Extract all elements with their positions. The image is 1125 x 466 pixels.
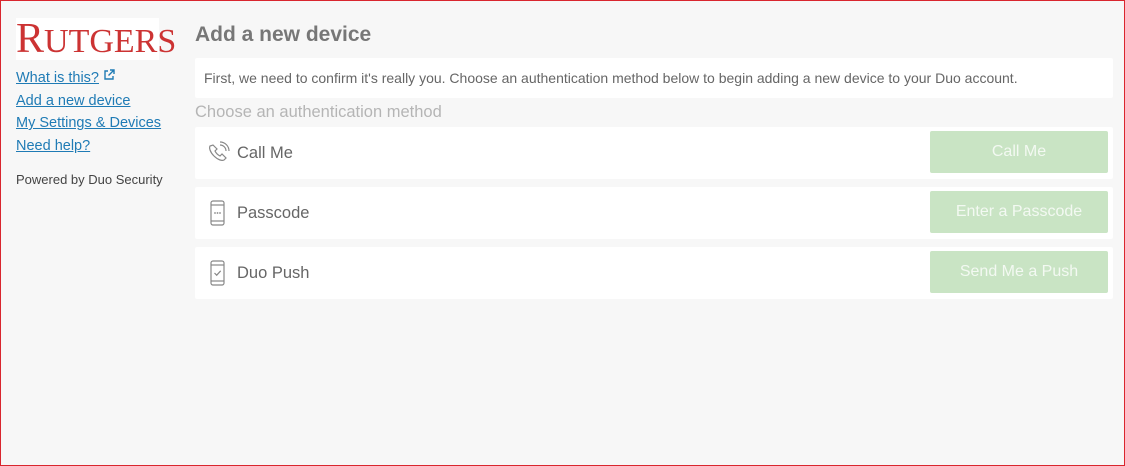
passcode-phone-icon bbox=[210, 200, 225, 226]
call-me-button[interactable]: Call Me bbox=[930, 131, 1108, 173]
send-push-button[interactable]: Send Me a Push bbox=[930, 251, 1108, 293]
page-title: Add a new device bbox=[195, 23, 372, 46]
rutgers-logo: RUTGERS bbox=[16, 16, 177, 62]
push-phone-icon bbox=[210, 260, 225, 286]
sidebar-links: What is this? Add a new device My Settin… bbox=[16, 69, 176, 153]
method-row-push: Duo Push Send Me a Push bbox=[195, 247, 1113, 299]
method-label-passcode: Passcode bbox=[237, 204, 310, 222]
need-help-link[interactable]: Need help? bbox=[16, 138, 176, 154]
external-link-icon bbox=[104, 69, 115, 80]
phone-call-icon bbox=[209, 141, 230, 161]
my-settings-devices-link[interactable]: My Settings & Devices bbox=[16, 116, 176, 131]
method-label-push: Duo Push bbox=[237, 264, 310, 282]
method-row-passcode: Passcode Enter a Passcode bbox=[195, 187, 1113, 239]
what-is-this-label: What is this? bbox=[16, 70, 99, 86]
method-label-call: Call Me bbox=[237, 144, 293, 162]
intro-message: First, we need to confirm it's really yo… bbox=[195, 58, 1113, 98]
sidebar: RUTGERS What is this? Add a new device M… bbox=[16, 18, 176, 187]
duo-frame: RUTGERS What is this? Add a new device M… bbox=[0, 0, 1125, 466]
what-is-this-link[interactable]: What is this? bbox=[16, 69, 176, 86]
powered-by-text: Powered by Duo Security bbox=[16, 172, 163, 187]
method-row-call: Call Me Call Me bbox=[195, 127, 1113, 179]
choose-method-label: Choose an authentication method bbox=[195, 103, 442, 121]
enter-passcode-button[interactable]: Enter a Passcode bbox=[930, 191, 1108, 233]
main-panel: Add a new device First, we need to confi… bbox=[195, 23, 1113, 299]
add-new-device-link[interactable]: Add a new device bbox=[16, 93, 176, 109]
